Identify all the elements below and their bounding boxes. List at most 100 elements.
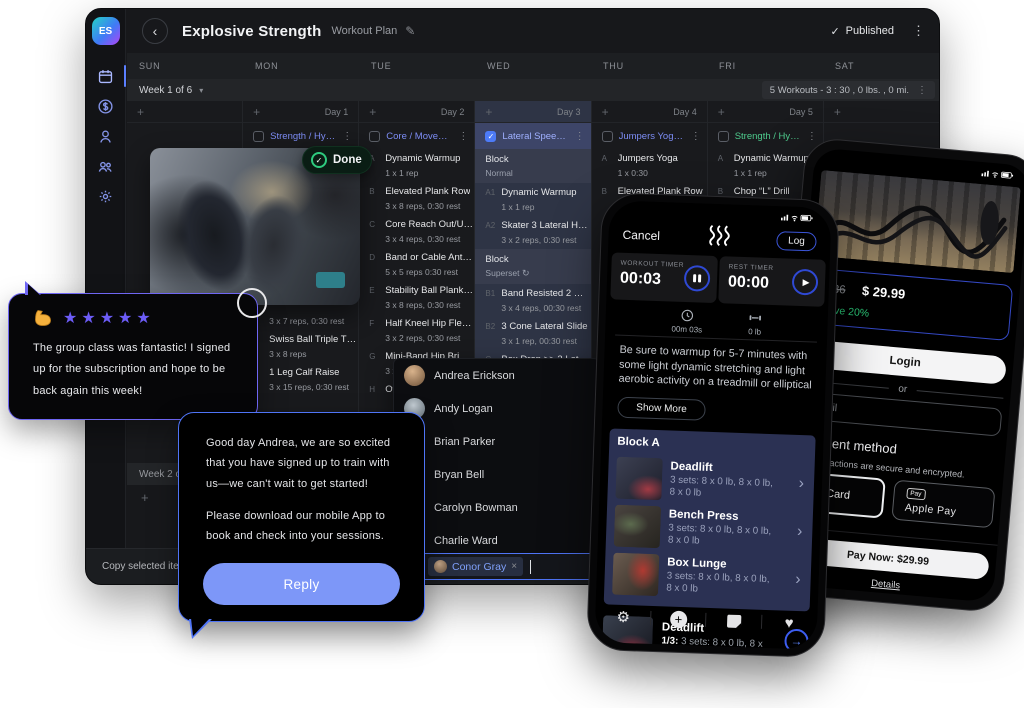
exercise-row[interactable]: B23 Cone Lateral Slide3 x 1 rep, 00:30 r… [475, 317, 590, 350]
exercise-letter: B2 [485, 321, 501, 346]
recipient-chip[interactable]: Conor Gray × [428, 557, 523, 576]
published-status[interactable]: ✓Published [830, 25, 894, 38]
contact-name: Andrea Erickson [434, 370, 515, 382]
kebab-menu-icon[interactable]: ⋮ [912, 23, 925, 39]
exercise-row[interactable]: BElevated Plank Row3 x 8 reps, 0:30 rest [359, 182, 474, 215]
text-caret [530, 560, 531, 574]
workout-title-row[interactable]: Strength / Hypertro... ⋮ [708, 123, 823, 149]
avatar [404, 365, 425, 386]
add-item-button[interactable]: + [718, 105, 725, 119]
done-badge[interactable]: ✓ Done [302, 146, 372, 174]
contact-name: Brian Parker [434, 436, 495, 448]
exercise-item[interactable]: Box Lunge3 sets: 8 x 0 lb, 8 x 0 lb, 8 x… [612, 550, 804, 605]
exercise-list: Deadlift3 sets: 8 x 0 lb, 8 x 0 lb, 8 x … [612, 454, 807, 605]
sidebar-item-groups[interactable] [86, 151, 126, 181]
workspace-logo[interactable]: ES [92, 17, 120, 45]
apple-pay-label: Apple Pay [904, 502, 956, 518]
exercise-item[interactable]: Deadlift3 sets: 8 x 0 lb, 8 x 0 lb, 8 x … [615, 454, 807, 509]
sidebar-item-calendar[interactable] [86, 61, 126, 91]
block-label-row: BlockSuperset ↻ [475, 249, 590, 284]
add-button[interactable]: + [666, 610, 691, 628]
exercise-sets: 3 sets: 8 x 0 lb, 8 x 0 lb, 8 x 0 lb [666, 570, 775, 598]
day-of-week-label: FRI [707, 61, 823, 71]
workout-checkbox[interactable]: ✓ [485, 131, 496, 142]
workout-phone: Cancel Log WORKOUT TIMER 00:03 REST TIME… [586, 192, 840, 658]
exercise-row[interactable]: AJumpers Yoga1 x 0:30 [592, 149, 707, 182]
workout-checkbox[interactable] [718, 131, 729, 142]
favorite-button[interactable]: ♥ [777, 614, 802, 632]
kebab-menu-icon[interactable]: ⋮ [917, 85, 927, 96]
apple-pay-button[interactable]: Pay Apple Pay [891, 480, 996, 529]
workout-title-row[interactable]: ✓Lateral Speed / Plyo⋮ [475, 123, 590, 149]
exercise-detail: 3 x 8 reps, 0:30 rest [385, 201, 470, 211]
add-item-button[interactable]: + [137, 105, 144, 119]
reply-button[interactable]: Reply [203, 563, 400, 605]
exercise-detail: 3 x 4 reps, 00:30 rest [501, 303, 589, 313]
week-stats: 5 Workouts - 3 : 30 , 0 lbs. , 0 mi.⋮ [762, 81, 935, 99]
kebab-menu-icon[interactable]: ⋮ [575, 131, 585, 142]
add-workout-button[interactable]: + [127, 490, 149, 505]
notes-button[interactable] [722, 614, 746, 628]
kebab-menu-icon[interactable]: ⋮ [691, 131, 701, 142]
exercise-detail: 1 x 1 rep [501, 202, 576, 212]
exercise-row[interactable]: FHalf Kneel Hip Flexor Rais...3 x 2 reps… [359, 314, 474, 347]
week-label: Week 1 of 6 [139, 85, 192, 96]
kebab-menu-icon[interactable]: ⋮ [342, 131, 352, 142]
workout-title: Strength / Hypertro... [735, 131, 801, 142]
kebab-menu-icon[interactable]: ⋮ [458, 131, 468, 142]
exercise-thumbnail [612, 553, 659, 597]
sale-price: $ 29.99 [861, 283, 906, 302]
avatar [434, 560, 447, 573]
show-more-button[interactable]: Show More [617, 397, 706, 421]
exercise-row[interactable]: 1 Leg Calf Raise3 x 15 reps, 0:30 rest [243, 363, 358, 396]
signal-wifi-battery-icons [980, 168, 1017, 180]
add-item-button[interactable]: + [602, 105, 609, 119]
workout-title: Core / Movement Q... [386, 131, 452, 142]
workout-checkbox[interactable] [369, 131, 380, 142]
add-item-button[interactable]: + [834, 105, 841, 119]
exercise-row[interactable]: DBand or Cable Anti-Rotati...5 x 5 reps … [359, 248, 474, 281]
contact-row[interactable]: Andrea Erickson [394, 359, 599, 392]
workout-title-row[interactable]: Jumpers Yoga / Core⋮ [592, 123, 707, 149]
sidebar-item-billing[interactable] [86, 91, 126, 121]
exercise-row[interactable]: EStability Ball Plank Linear ...3 x 8 re… [359, 281, 474, 314]
contact-row[interactable]: Andy Logan [394, 392, 599, 425]
exercise-name: Dynamic Warmup [501, 187, 576, 198]
exercise-row[interactable]: Swiss Ball Triple Threat3 x 8 reps [243, 330, 358, 363]
recipient-input[interactable]: Conor Gray × [420, 553, 602, 580]
apple-pay-badge-icon: Pay [906, 488, 926, 501]
exercise-letter: D [369, 252, 385, 277]
sidebar-item-settings[interactable] [86, 181, 126, 211]
exercise-row[interactable]: CCore Reach Out/Under3 x 4 reps, 0:30 re… [359, 215, 474, 248]
week-bar[interactable]: Week 1 of 6 ▾ 5 Workouts - 3 : 30 , 0 lbs… [127, 79, 939, 101]
exercise-row[interactable]: ADynamic Warmup1 x 1 rep [359, 149, 474, 182]
exercise-item[interactable]: Bench Press3 sets: 8 x 0 lb, 8 x 0 lb, 8… [614, 502, 806, 557]
exercise-name: Swiss Ball Triple Threat [269, 334, 357, 345]
add-item-button[interactable]: + [369, 105, 376, 119]
status-bar [779, 212, 815, 222]
sidebar: ES [86, 9, 126, 548]
exercise-letter: H [369, 384, 385, 395]
exercise-letter: C [369, 219, 385, 244]
exercise-letter: A2 [485, 220, 501, 245]
back-button[interactable]: ‹ [142, 18, 168, 44]
workout-checkbox[interactable] [602, 131, 613, 142]
log-button[interactable]: Log [776, 231, 817, 251]
edit-icon[interactable]: ✎ [405, 24, 415, 38]
add-item-button[interactable]: + [253, 105, 260, 119]
exercise-row[interactable]: A1Dynamic Warmup1 x 1 rep [475, 183, 590, 216]
exercise-name: Elevated Plank Row [385, 186, 470, 197]
review-text: The group class was fantastic! I signed … [33, 338, 239, 402]
close-icon[interactable]: × [511, 561, 517, 572]
chevron-down-icon[interactable]: ▾ [199, 86, 203, 95]
cancel-button[interactable]: Cancel [622, 228, 660, 243]
kebab-menu-icon[interactable]: ⋮ [807, 131, 817, 142]
settings-button[interactable]: ⚙ [611, 608, 636, 627]
exercise-row[interactable]: A2Skater 3 Lateral Hops >> ...3 x 2 reps… [475, 216, 590, 249]
block-title: Block A [617, 436, 807, 455]
workout-checkbox[interactable] [253, 131, 264, 142]
add-item-button[interactable]: + [485, 105, 492, 119]
exercise-row[interactable]: B1Band Resisted 2 Step Late...3 x 4 reps… [475, 284, 590, 317]
sidebar-item-clients[interactable] [86, 121, 126, 151]
workout-title-row[interactable]: Core / Movement Q... ⋮ [359, 123, 474, 149]
